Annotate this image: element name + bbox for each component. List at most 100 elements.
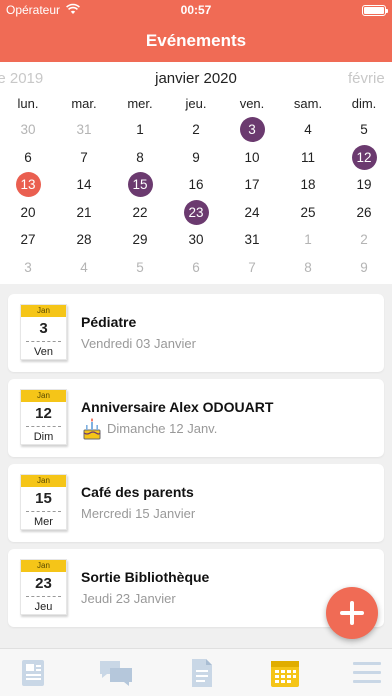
event-weekday: Mer [34, 516, 53, 528]
calendar-date-icon: Jan 12 Dim [20, 389, 67, 445]
event-date: Jeudi 23 Janvier [81, 591, 176, 606]
event-month: Jan [21, 475, 66, 487]
event-day-number: 12 [35, 405, 52, 422]
event-card[interactable]: Jan 15 Mer Café des parents Mercredi 15 … [8, 464, 384, 542]
calendar-day[interactable]: 28 [56, 226, 112, 254]
event-weekday: Jeu [34, 601, 53, 613]
calendar-day[interactable]: 27 [0, 226, 56, 254]
event-month: Jan [21, 390, 66, 402]
event-card[interactable]: Jan 3 Ven Pédiatre Vendredi 03 Janvier [8, 294, 384, 372]
calendar-day[interactable]: 6 [0, 144, 56, 172]
calendar-day[interactable]: 29 [112, 226, 168, 254]
newspaper-icon [22, 660, 44, 686]
chat-bubbles-icon [100, 661, 132, 686]
calendar-day[interactable]: 30 [0, 116, 56, 144]
calendar-day[interactable]: 31 [224, 226, 280, 254]
calendar-day-with-event[interactable]: 12 [336, 144, 392, 172]
month-selector: bre 2019 janvier 2020 févrie [0, 70, 392, 90]
events-tab[interactable] [267, 657, 303, 689]
weekday-label: lun. [17, 96, 39, 111]
calendar-day-number: 18 [300, 177, 316, 193]
calendar-day[interactable]: 9 [168, 144, 224, 172]
calendar-day[interactable]: 5 [336, 116, 392, 144]
calendar-day-today[interactable]: 13 [0, 171, 56, 199]
calendar-day[interactable]: 17 [224, 171, 280, 199]
calendar-day-number: 30 [188, 232, 204, 248]
calendar-day-number: 16 [188, 177, 204, 193]
calendar-day-number: 9 [192, 149, 200, 165]
calendar-day-number: 22 [132, 204, 148, 220]
calendar-day-number: 27 [20, 232, 36, 248]
calendar-day-number: 12 [351, 144, 377, 170]
calendar-day[interactable]: 8 [112, 144, 168, 172]
page-title: Evénements [145, 31, 247, 50]
calendar-day-number: 1 [304, 232, 312, 248]
calendar-day[interactable]: 4 [56, 254, 112, 282]
calendar-day-number: 2 [192, 122, 200, 138]
event-date: Dimanche 12 Janv. [107, 421, 218, 436]
calendar-day-number: 30 [20, 122, 36, 138]
calendar-day[interactable]: 16 [168, 171, 224, 199]
calendar-day[interactable]: 26 [336, 199, 392, 227]
calendar-day-number: 11 [300, 149, 315, 165]
calendar-day-number: 20 [20, 204, 36, 220]
calendar-day-number: 13 [15, 172, 41, 198]
calendar-day[interactable]: 2 [336, 226, 392, 254]
calendar-day[interactable]: 8 [280, 254, 336, 282]
nav-bar: Evénements [0, 20, 392, 62]
event-list: Jan 3 Ven Pédiatre Vendredi 03 Janvier J… [8, 294, 384, 634]
calendar-week-row: 20 21 22 23 24 25 26 [0, 199, 392, 227]
calendar-day[interactable]: 19 [336, 171, 392, 199]
weekday-label: mer. [127, 96, 153, 111]
calendar-day[interactable]: 10 [224, 144, 280, 172]
calendar-day[interactable]: 5 [112, 254, 168, 282]
calendar-day-number: 15 [127, 172, 153, 198]
event-card[interactable]: Jan 12 Dim Anniversaire Alex ODOUART Dim… [8, 379, 384, 457]
weekday-label: jeu. [185, 96, 207, 111]
calendar-day[interactable]: 3 [0, 254, 56, 282]
calendar-day[interactable]: 30 [168, 226, 224, 254]
event-title: Café des parents [81, 484, 194, 500]
event-weekday: Dim [33, 431, 54, 443]
calendar-day-number: 14 [76, 177, 92, 193]
menu-tab[interactable] [349, 657, 385, 689]
calendar-day[interactable]: 31 [56, 116, 112, 144]
calendar-day[interactable]: 1 [112, 116, 168, 144]
calendar-day[interactable]: 7 [56, 144, 112, 172]
hamburger-menu-icon [353, 662, 381, 683]
calendar-day[interactable]: 11 [280, 144, 336, 172]
event-day-number: 15 [35, 490, 52, 507]
calendar-day[interactable]: 20 [0, 199, 56, 227]
calendar-day[interactable]: 6 [168, 254, 224, 282]
calendar-day[interactable]: 25 [280, 199, 336, 227]
next-month-label[interactable]: févrie [348, 70, 385, 87]
calendar-day[interactable]: 22 [112, 199, 168, 227]
calendar-day-number: 9 [360, 259, 368, 275]
calendar-day-number: 28 [76, 232, 92, 248]
calendar-day[interactable]: 14 [56, 171, 112, 199]
messages-tab[interactable] [98, 657, 134, 689]
add-event-button[interactable] [326, 587, 378, 639]
calendar-day[interactable]: 18 [280, 171, 336, 199]
calendar-day[interactable]: 4 [280, 116, 336, 144]
calendar-day-number: 31 [76, 122, 92, 138]
calendar-day[interactable]: 2 [168, 116, 224, 144]
calendar-day[interactable]: 1 [280, 226, 336, 254]
calendar-day[interactable]: 21 [56, 199, 112, 227]
calendar-day[interactable]: 9 [336, 254, 392, 282]
calendar-day-number: 19 [356, 177, 372, 193]
calendar-day-with-event[interactable]: 23 [168, 199, 224, 227]
calendar-day-with-event[interactable]: 15 [112, 171, 168, 199]
calendar-week-row: 27 28 29 30 31 1 2 [0, 226, 392, 254]
calendar-icon [271, 661, 299, 687]
event-title: Sortie Bibliothèque [81, 569, 210, 585]
calendar-day-with-event[interactable]: 3 [224, 116, 280, 144]
calendar-day[interactable]: 24 [224, 199, 280, 227]
event-month: Jan [21, 305, 66, 317]
news-tab[interactable] [15, 657, 51, 689]
documents-tab[interactable] [183, 657, 219, 689]
weekday-label: ven. [239, 96, 265, 111]
calendar-day-number: 21 [76, 204, 92, 220]
calendar-day[interactable]: 7 [224, 254, 280, 282]
weekday-header: lun. mar. mer. jeu. ven. sam. dim. [0, 96, 392, 114]
